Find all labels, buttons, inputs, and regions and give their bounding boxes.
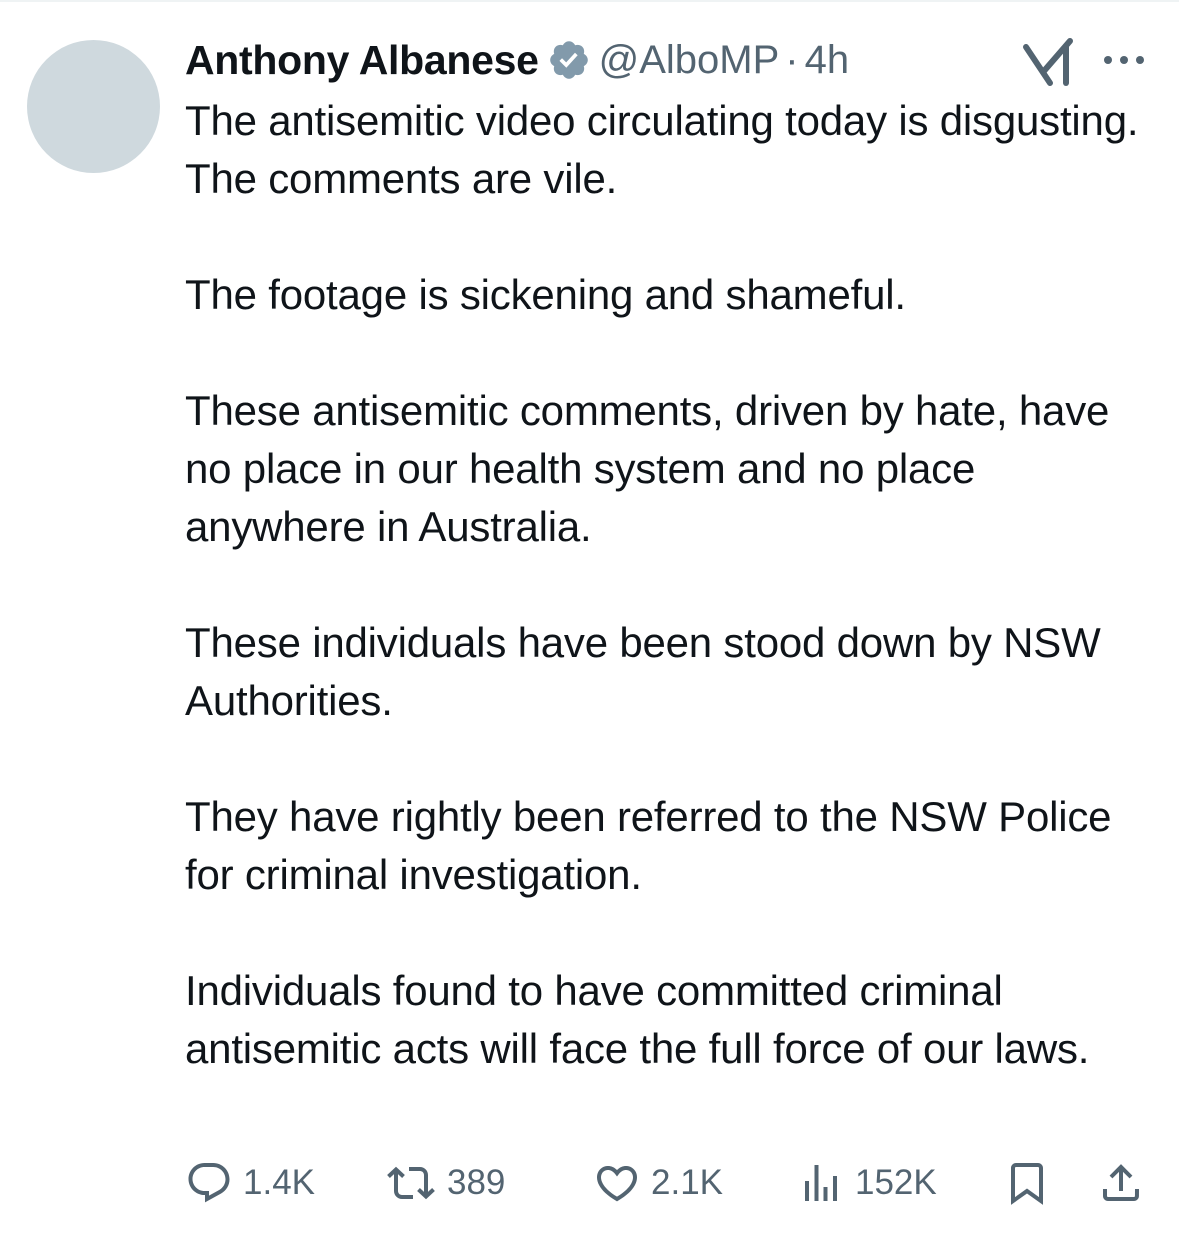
views-icon [805,1165,837,1201]
share-button[interactable] [1097,1155,1145,1211]
avatar[interactable] [27,40,160,173]
bookmark-button[interactable] [1003,1155,1051,1211]
tweet-paragraph: Individuals found to have committed crim… [185,967,1090,1072]
top-divider [0,0,1179,2]
bookmark-icon [1011,1163,1043,1205]
separator-dot: · [785,37,799,82]
repost-button[interactable]: 389 [385,1155,505,1211]
tweet-paragraph: They have rightly been referred to the N… [185,793,1112,898]
tweet-paragraph: These antisemitic comments, driven by ha… [185,387,1110,550]
user-handle[interactable]: @AlboMP [599,38,780,83]
tweet-text: The antisemitic video circulating today … [185,92,1160,1078]
tweet-paragraph: The footage is sickening and shameful. [185,271,906,318]
views-button[interactable]: 152K [797,1155,937,1211]
display-name[interactable]: Anthony Albanese [185,37,539,84]
reply-count: 1.4K [243,1163,315,1202]
tweet-paragraph: These individuals have been stood down b… [185,619,1101,724]
repost-count: 389 [447,1163,506,1202]
like-icon [596,1166,638,1202]
timestamp[interactable]: 4h [805,38,850,83]
share-icon [1103,1164,1139,1201]
views-count: 152K [855,1163,937,1202]
more-icon[interactable] [1100,50,1148,70]
verified-badge-icon[interactable] [547,38,591,82]
grok-icon[interactable] [1020,33,1076,89]
reply-button[interactable]: 1.4K [185,1155,315,1211]
like-button[interactable]: 2.1K [593,1155,723,1211]
tweet-header: Anthony Albanese @AlboMP · 4h [185,34,849,86]
repost-icon [387,1166,435,1200]
reply-icon [188,1163,230,1203]
action-bar: 1.4K 389 2.1K 152K [185,1155,1150,1211]
tweet-paragraph: The antisemitic video circulating today … [185,97,1139,202]
like-count: 2.1K [651,1163,723,1202]
